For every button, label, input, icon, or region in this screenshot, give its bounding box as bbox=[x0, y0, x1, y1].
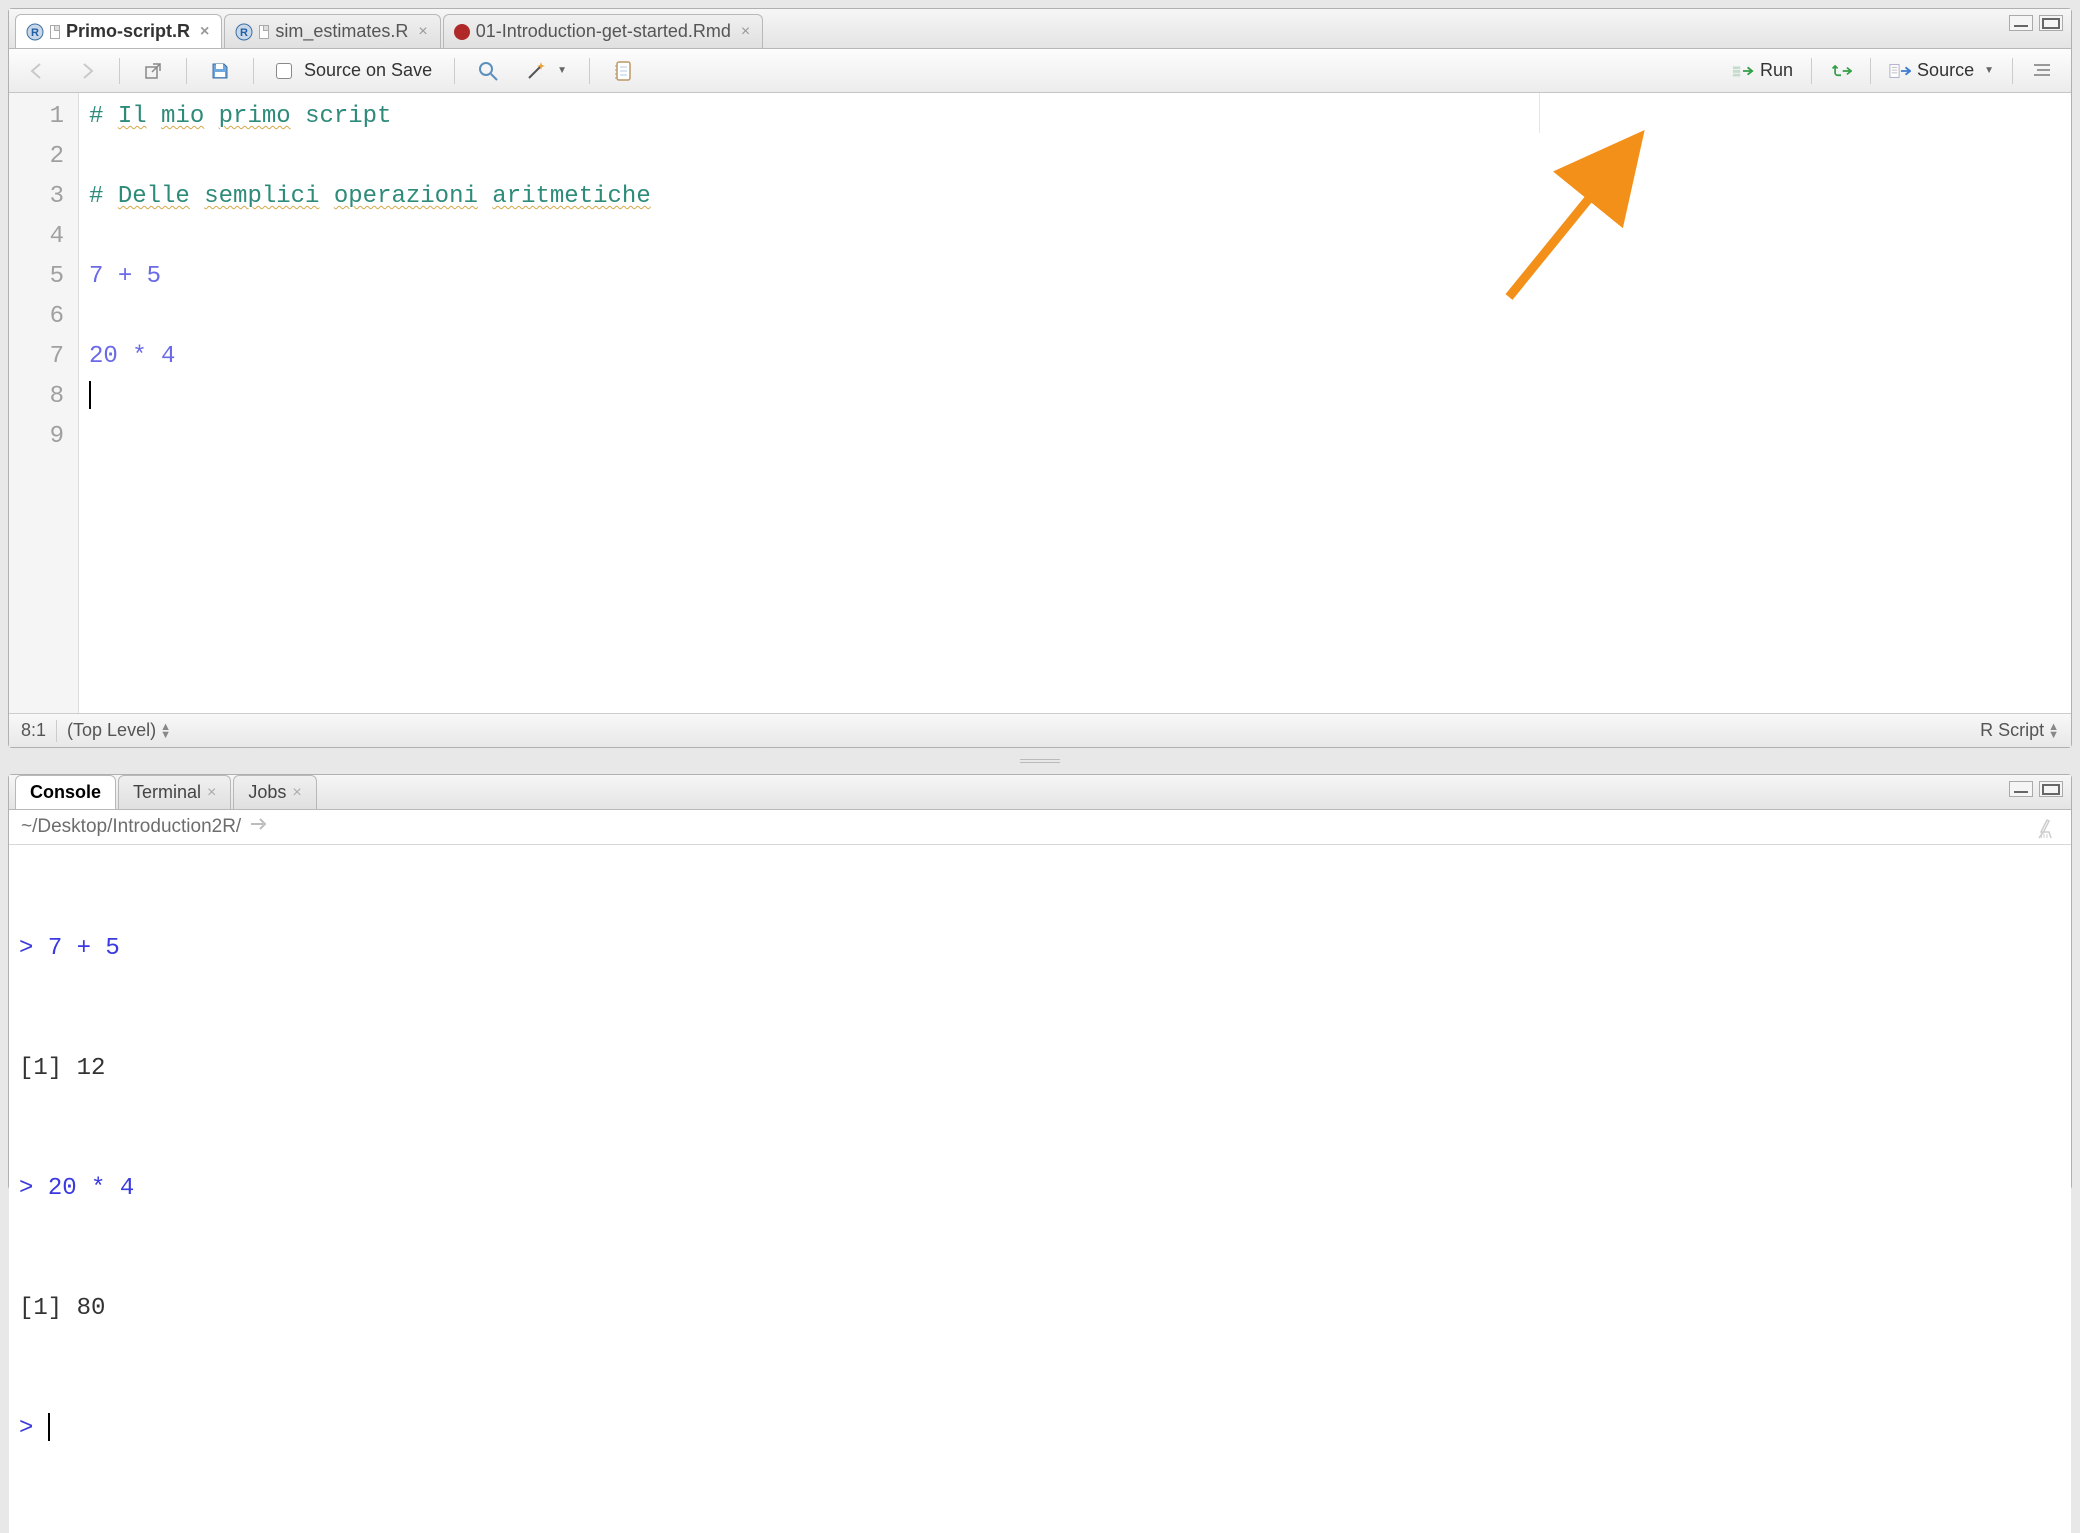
tab-label: sim_estimates.R bbox=[275, 21, 408, 42]
text-cursor bbox=[48, 1413, 50, 1441]
line-gutter: 1 2 3 4 5 6 7 8 9 bbox=[9, 93, 79, 713]
code-line bbox=[89, 417, 2061, 457]
console-output[interactable]: > 7 + 5 [1] 12 > 20 * 4 [1] 80 > bbox=[9, 845, 2071, 1533]
arrow-right-icon bbox=[75, 60, 97, 82]
code-line: 7 + 5 bbox=[89, 257, 2061, 297]
source-icon bbox=[1889, 60, 1911, 82]
rerun-icon bbox=[1830, 60, 1852, 82]
run-button[interactable]: Run bbox=[1724, 56, 1801, 86]
nav-forward-button[interactable] bbox=[67, 56, 105, 86]
close-icon[interactable]: × bbox=[741, 23, 750, 41]
code-line bbox=[89, 137, 2061, 177]
find-button[interactable] bbox=[469, 56, 507, 86]
rerun-button[interactable] bbox=[1822, 56, 1860, 86]
svg-text:R: R bbox=[240, 27, 248, 39]
working-dir: ~/Desktop/Introduction2R/ bbox=[21, 816, 241, 838]
source-statusbar: 8:1 (Top Level) ▲▼ R Script ▲▼ bbox=[9, 713, 2071, 747]
arrow-left-icon bbox=[27, 60, 49, 82]
chevron-down-icon: ▼ bbox=[1984, 65, 1994, 76]
source-toolbar: Source on Save ▼ Run bbox=[9, 49, 2071, 93]
outline-icon bbox=[2031, 60, 2053, 82]
svg-text:R: R bbox=[31, 27, 39, 39]
checkbox-icon bbox=[276, 63, 292, 79]
code-line: # Il mio primo script bbox=[89, 97, 2061, 137]
code-line: 20 * 4 bbox=[89, 337, 2061, 377]
source-label: Source bbox=[1917, 60, 1974, 81]
source-button[interactable]: Source ▼ bbox=[1881, 56, 2002, 86]
file-mode-selector[interactable]: R Script ▲▼ bbox=[1980, 720, 2059, 741]
rmd-file-icon bbox=[454, 24, 470, 40]
margin-guide bbox=[1539, 93, 1540, 133]
console-path-bar: ~/Desktop/Introduction2R/ bbox=[9, 810, 2071, 845]
close-icon[interactable]: × bbox=[292, 784, 301, 802]
tab-label: Console bbox=[30, 782, 101, 803]
pane-splitter[interactable] bbox=[0, 756, 2080, 766]
tab-intro-rmd[interactable]: 01-Introduction-get-started.Rmd × bbox=[443, 14, 763, 48]
tab-primo-script[interactable]: R Primo-script.R × bbox=[15, 14, 222, 48]
tab-label: Terminal bbox=[133, 782, 201, 803]
maximize-pane-button[interactable] bbox=[2039, 781, 2063, 797]
scope-selector[interactable]: (Top Level) ▲▼ bbox=[67, 720, 171, 741]
console-pane-controls bbox=[2009, 781, 2063, 797]
save-icon bbox=[209, 60, 231, 82]
console-tabbar: Console Terminal × Jobs × bbox=[9, 775, 2071, 810]
show-in-new-window-button[interactable] bbox=[134, 56, 172, 86]
minimize-pane-button[interactable] bbox=[2009, 15, 2033, 31]
close-icon[interactable]: × bbox=[418, 23, 427, 41]
chevron-down-icon: ▼ bbox=[557, 65, 567, 76]
source-pane-controls bbox=[2009, 15, 2063, 31]
updown-icon: ▲▼ bbox=[2048, 723, 2059, 739]
tab-sim-estimates[interactable]: R sim_estimates.R × bbox=[224, 14, 440, 48]
maximize-pane-button[interactable] bbox=[2039, 15, 2063, 31]
r-file-icon: R bbox=[235, 23, 253, 41]
console-pane: Console Terminal × Jobs × ~/Desktop/Intr… bbox=[8, 774, 2072, 1190]
file-fold-icon bbox=[50, 25, 60, 39]
code-line bbox=[89, 377, 2061, 417]
popout-icon bbox=[142, 60, 164, 82]
file-fold-icon bbox=[259, 25, 269, 39]
code-line bbox=[89, 217, 2061, 257]
goto-dir-icon[interactable] bbox=[249, 816, 269, 838]
save-button[interactable] bbox=[201, 56, 239, 86]
close-icon[interactable]: × bbox=[200, 23, 209, 41]
wand-icon bbox=[525, 60, 547, 82]
clear-console-button[interactable] bbox=[2035, 816, 2059, 846]
code-line: # Delle semplici operazioni aritmetiche bbox=[89, 177, 2061, 217]
source-on-save-label: Source on Save bbox=[304, 60, 432, 81]
minimize-pane-button[interactable] bbox=[2009, 781, 2033, 797]
compile-report-button[interactable] bbox=[604, 56, 642, 86]
tab-console[interactable]: Console bbox=[15, 775, 116, 809]
tab-terminal[interactable]: Terminal × bbox=[118, 775, 231, 809]
tab-label: Primo-script.R bbox=[66, 21, 190, 42]
search-icon bbox=[477, 60, 499, 82]
outline-button[interactable] bbox=[2023, 56, 2061, 86]
nav-back-button[interactable] bbox=[19, 56, 57, 86]
tab-label: 01-Introduction-get-started.Rmd bbox=[476, 21, 731, 42]
code-editor[interactable]: 1 2 3 4 5 6 7 8 9 # Il mio primo script … bbox=[9, 93, 2071, 713]
code-tools-button[interactable]: ▼ bbox=[517, 56, 575, 86]
tab-jobs[interactable]: Jobs × bbox=[233, 775, 316, 809]
close-icon[interactable]: × bbox=[207, 784, 216, 802]
code-area[interactable]: # Il mio primo script # Delle semplici o… bbox=[79, 93, 2071, 713]
cursor-position: 8:1 bbox=[21, 720, 46, 741]
code-line bbox=[89, 297, 2061, 337]
source-tabbar: R Primo-script.R × R sim_estimates.R × 0… bbox=[9, 9, 2071, 49]
source-pane: R Primo-script.R × R sim_estimates.R × 0… bbox=[8, 8, 2072, 748]
r-file-icon: R bbox=[26, 23, 44, 41]
run-icon bbox=[1732, 60, 1754, 82]
source-on-save-toggle[interactable]: Source on Save bbox=[268, 56, 440, 85]
tab-label: Jobs bbox=[248, 782, 286, 803]
text-cursor bbox=[89, 381, 91, 409]
notebook-icon bbox=[612, 60, 634, 82]
updown-icon: ▲▼ bbox=[160, 723, 171, 739]
run-label: Run bbox=[1760, 60, 1793, 81]
